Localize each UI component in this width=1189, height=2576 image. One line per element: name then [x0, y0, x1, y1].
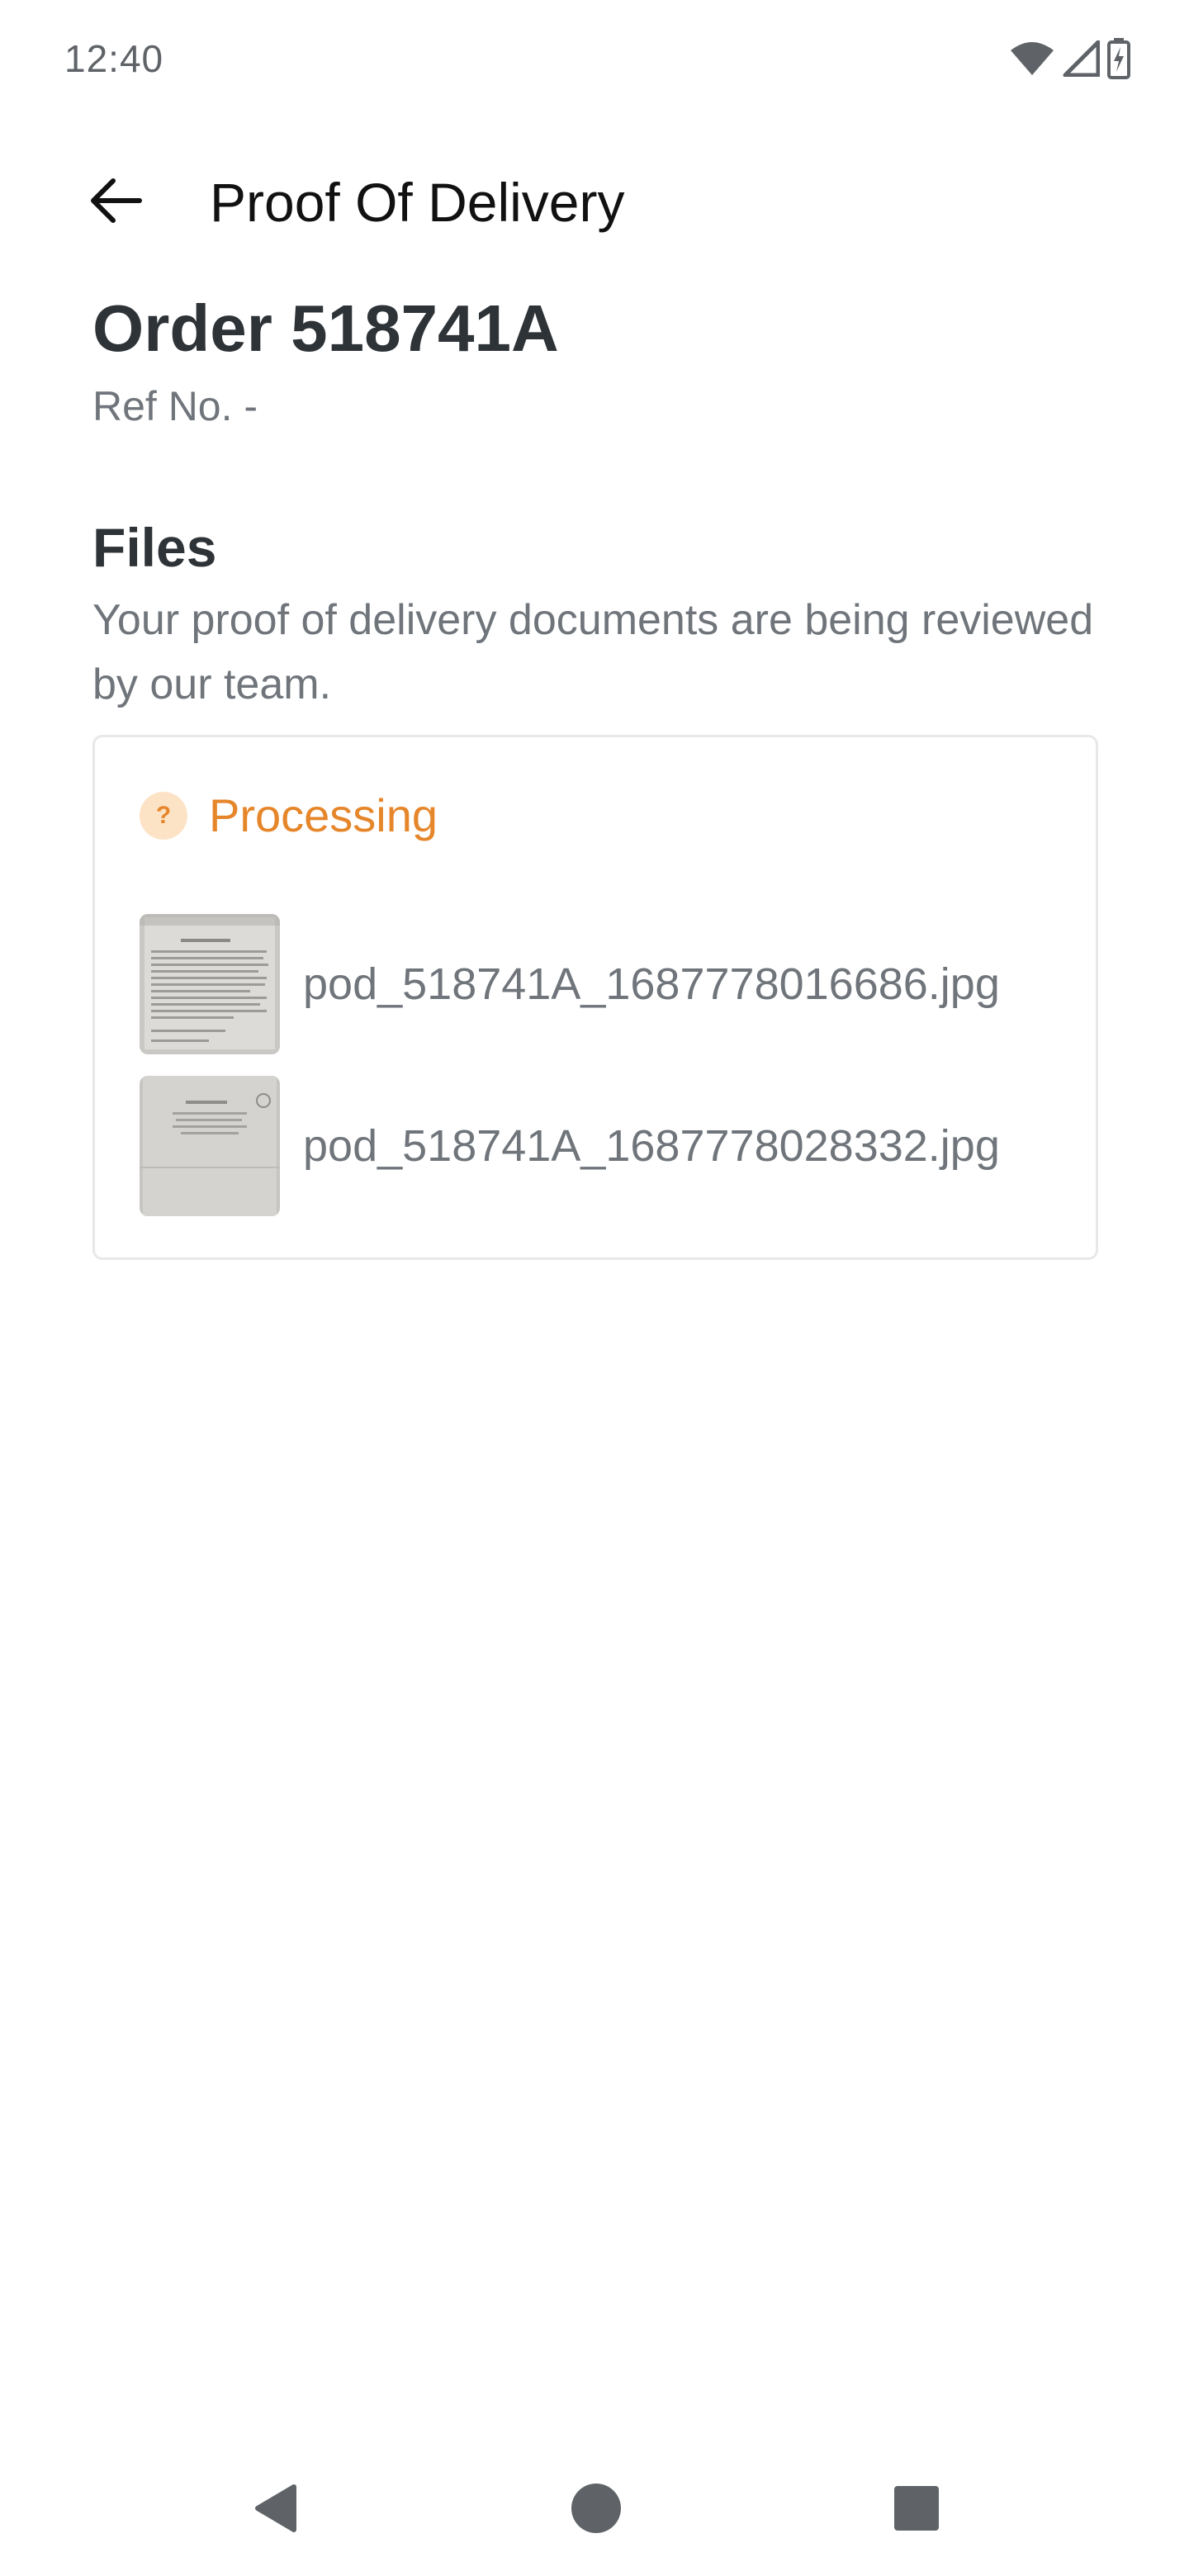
home-circle-icon — [570, 2482, 623, 2539]
status-label: Processing — [209, 789, 438, 841]
file-thumbnail — [140, 1076, 280, 1216]
recents-square-icon — [893, 2484, 940, 2536]
nav-recents-button[interactable] — [867, 2460, 966, 2559]
nav-back-button[interactable] — [226, 2460, 325, 2559]
app-bar: Proof Of Delivery — [0, 149, 1189, 256]
file-item[interactable]: pod_518741A_1687778028332.jpg — [140, 1076, 1064, 1216]
files-heading: Files — [92, 517, 217, 578]
file-name: pod_518741A_1687778028332.jpg — [303, 1121, 1000, 1171]
file-thumbnail — [140, 914, 280, 1054]
cellular-signal-icon — [1062, 40, 1101, 81]
wifi-icon — [1009, 40, 1055, 81]
file-name: pod_518741A_1687778016686.jpg — [303, 959, 1000, 1009]
arrow-left-icon — [90, 178, 143, 228]
status-time: 12:40 — [64, 37, 164, 80]
battery-charging-icon — [1106, 37, 1131, 83]
files-description: Your proof of delivery documents are bei… — [92, 596, 1094, 708]
order-title: Order 518741A — [92, 291, 559, 365]
back-triangle-icon — [251, 2482, 301, 2539]
ref-number: Ref No. - — [92, 383, 258, 429]
files-card: ? Processing pod_518741A_1687778016686.j… — [92, 735, 1098, 1260]
back-button[interactable] — [79, 165, 154, 239]
status-row: ? Processing — [140, 787, 438, 845]
system-nav-bar — [0, 2444, 1189, 2576]
nav-home-button[interactable] — [547, 2460, 646, 2559]
file-item[interactable]: pod_518741A_1687778016686.jpg — [140, 914, 1064, 1054]
screen: 12:40 Proof Of Delivery Order 518741A Re… — [0, 0, 1189, 2576]
status-icons — [1009, 37, 1131, 83]
question-icon: ? — [140, 792, 187, 840]
status-bar: 12:40 — [0, 0, 1189, 116]
page-title: Proof Of Delivery — [210, 172, 625, 233]
